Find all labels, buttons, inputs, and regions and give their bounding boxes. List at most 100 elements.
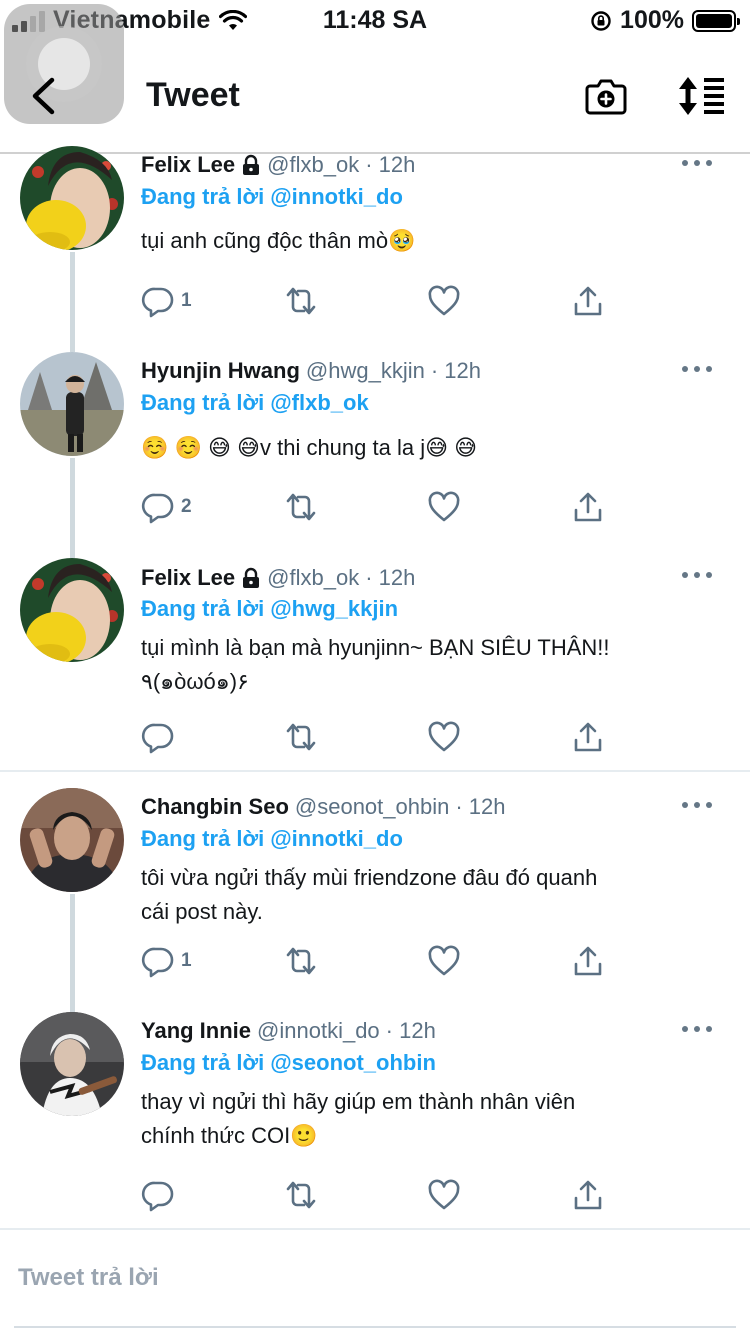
- retweet-button[interactable]: [284, 490, 318, 524]
- like-button[interactable]: [427, 1178, 461, 1212]
- author-name[interactable]: Hyunjin Hwang: [141, 358, 300, 384]
- page-title: Tweet: [146, 76, 240, 114]
- share-icon: [574, 286, 602, 316]
- camera-plus-icon[interactable]: [584, 74, 628, 118]
- author-handle: @flxb_ok: [267, 152, 360, 177]
- avatar[interactable]: [20, 352, 124, 456]
- reply-button[interactable]: 1: [141, 944, 192, 978]
- tweet-actions: 2: [141, 490, 621, 524]
- replying-to: Đang trả lời @hwg_kkjin: [141, 596, 398, 622]
- author-row: Yang Innie @innotki_do · 12h: [141, 1018, 436, 1044]
- retweet-button[interactable]: [284, 284, 318, 318]
- replying-to-label: Đang trả lời: [141, 390, 265, 415]
- assistive-touch-button[interactable]: [4, 4, 124, 124]
- reply-button[interactable]: 2: [141, 490, 192, 524]
- like-button[interactable]: [427, 720, 461, 754]
- reply-icon: [141, 287, 174, 318]
- retweet-button[interactable]: [284, 720, 318, 754]
- share-button[interactable]: [571, 1178, 605, 1212]
- back-icon[interactable]: [26, 74, 62, 118]
- replying-to: Đang trả lời @innotki_do: [141, 184, 403, 210]
- mention-link[interactable]: @seonot_ohbin: [270, 1050, 436, 1075]
- tweet-actions: [141, 720, 621, 754]
- rotation-lock-icon: [591, 10, 611, 31]
- battery-percentage: 100%: [620, 6, 684, 34]
- author-name[interactable]: Felix Lee: [141, 565, 235, 591]
- reply-button[interactable]: [141, 720, 181, 754]
- battery-icon: [692, 9, 740, 32]
- mention-link[interactable]: @innotki_do: [270, 184, 403, 209]
- share-icon: [574, 722, 602, 752]
- compose-underline: [14, 1326, 736, 1328]
- more-icon[interactable]: [682, 1024, 712, 1034]
- share-icon: [574, 492, 602, 522]
- reply-compose-input[interactable]: Tweet trả lời: [18, 1264, 159, 1292]
- like-icon: [428, 721, 460, 752]
- tweet-time: · 12h: [365, 565, 416, 590]
- replying-to-label: Đang trả lời: [141, 1050, 265, 1075]
- avatar[interactable]: [20, 558, 124, 662]
- retweet-icon: [286, 723, 316, 751]
- like-button[interactable]: [427, 490, 461, 524]
- thread-connector: [70, 894, 75, 1012]
- like-button[interactable]: [427, 944, 461, 978]
- share-button[interactable]: [571, 490, 605, 524]
- tweet-actions: 1: [141, 944, 621, 978]
- share-button[interactable]: [571, 284, 605, 318]
- replying-to: Đang trả lời @innotki_do: [141, 826, 403, 852]
- author-handle: @flxb_ok: [267, 565, 360, 590]
- author-row: Changbin Seo @seonot_ohbin · 12h: [141, 794, 506, 820]
- avatar[interactable]: [20, 788, 124, 892]
- reply-icon: [141, 723, 174, 754]
- replying-to-label: Đang trả lời: [141, 596, 265, 621]
- avatar[interactable]: [20, 1012, 124, 1116]
- retweet-icon: [286, 493, 316, 521]
- tweet-time: · 12h: [385, 1018, 436, 1043]
- tweet-actions: 1: [141, 284, 621, 318]
- author-handle: @hwg_kkjin: [305, 358, 425, 383]
- share-icon: [574, 1180, 602, 1210]
- lock-icon: [243, 567, 260, 588]
- reply-icon: [141, 1181, 174, 1212]
- share-icon: [574, 946, 602, 976]
- replying-to-label: Đang trả lời: [141, 826, 265, 851]
- reply-button[interactable]: [141, 1178, 181, 1212]
- tweet-text: ☺️ ☺️ 😅 😅v thi chung ta la j😅 😅: [141, 435, 478, 460]
- reply-icon: [141, 493, 174, 524]
- retweet-icon: [286, 287, 316, 315]
- status-right: 100%: [590, 6, 740, 35]
- more-icon[interactable]: [682, 364, 712, 374]
- tweet-text: tụi anh cũng độc thân mò🥹: [141, 228, 416, 253]
- like-button[interactable]: [427, 284, 461, 318]
- like-icon: [428, 491, 460, 522]
- like-icon: [428, 945, 460, 976]
- retweet-icon: [286, 947, 316, 975]
- share-button[interactable]: [571, 944, 605, 978]
- tweet-text: thay vì ngửi thì hãy giúp em thành nhân …: [141, 1089, 576, 1148]
- mention-link[interactable]: @hwg_kkjin: [270, 596, 398, 621]
- like-icon: [428, 285, 460, 316]
- avatar[interactable]: [20, 146, 124, 250]
- replying-to: Đang trả lời @seonot_ohbin: [141, 1050, 436, 1076]
- mention-link[interactable]: @innotki_do: [270, 826, 403, 851]
- mention-link[interactable]: @flxb_ok: [270, 390, 368, 415]
- author-name[interactable]: Felix Lee: [141, 152, 235, 178]
- author-name[interactable]: Yang Innie: [141, 1018, 251, 1044]
- retweet-icon: [286, 1181, 316, 1209]
- more-icon[interactable]: [682, 800, 712, 810]
- retweet-button[interactable]: [284, 1178, 318, 1212]
- reply-count: 1: [181, 950, 192, 971]
- like-icon: [428, 1179, 460, 1210]
- retweet-button[interactable]: [284, 944, 318, 978]
- tweet-time: · 12h: [430, 358, 481, 383]
- more-icon[interactable]: [682, 158, 712, 168]
- replying-to-label: Đang trả lời: [141, 184, 265, 209]
- more-icon[interactable]: [682, 570, 712, 580]
- share-button[interactable]: [571, 720, 605, 754]
- thread-connector: [70, 458, 75, 558]
- sort-icon[interactable]: [676, 74, 726, 118]
- thread-divider: [0, 770, 750, 772]
- tweet-time: · 12h: [455, 794, 506, 819]
- reply-button[interactable]: 1: [141, 284, 192, 318]
- author-name[interactable]: Changbin Seo: [141, 794, 289, 820]
